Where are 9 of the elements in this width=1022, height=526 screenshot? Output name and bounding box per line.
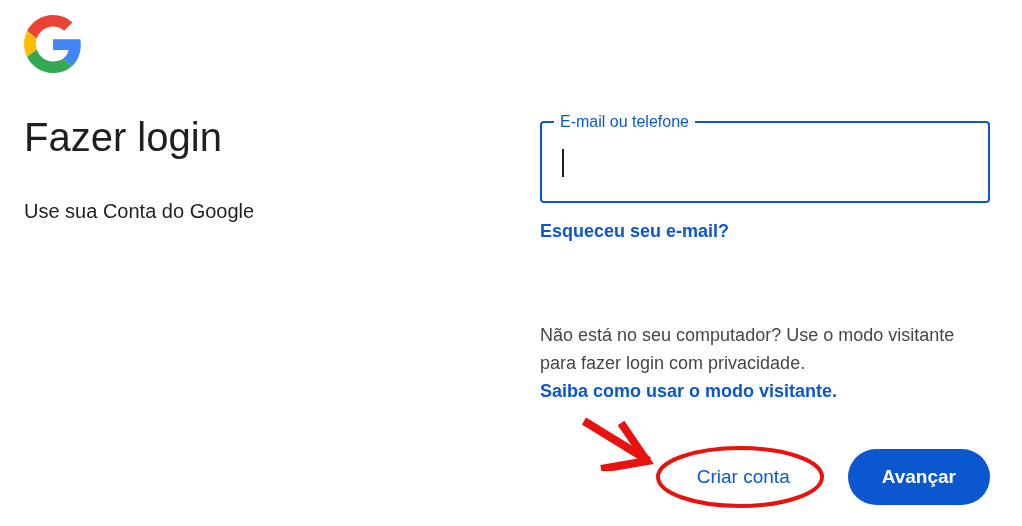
subtitle: Use sua Conta do Google [24,199,255,223]
page-title: Fazer login [24,114,222,161]
logo-icon [24,15,82,73]
guest-mode-note: Não está no seu computador? Use o modo visitante para fazer login com privacidade. Saiba como usar o modo visitante. [540,324,956,403]
next-button[interactable]: Avançar [847,449,990,505]
email-field[interactable]: E-mail ou telefone [540,113,990,203]
text-cursor [562,149,564,177]
guest-mode-link[interactable]: Saiba como usar o modo visitante. [540,381,838,401]
forgot-email-link[interactable]: Esqueceu seu e-mail? [540,219,730,243]
